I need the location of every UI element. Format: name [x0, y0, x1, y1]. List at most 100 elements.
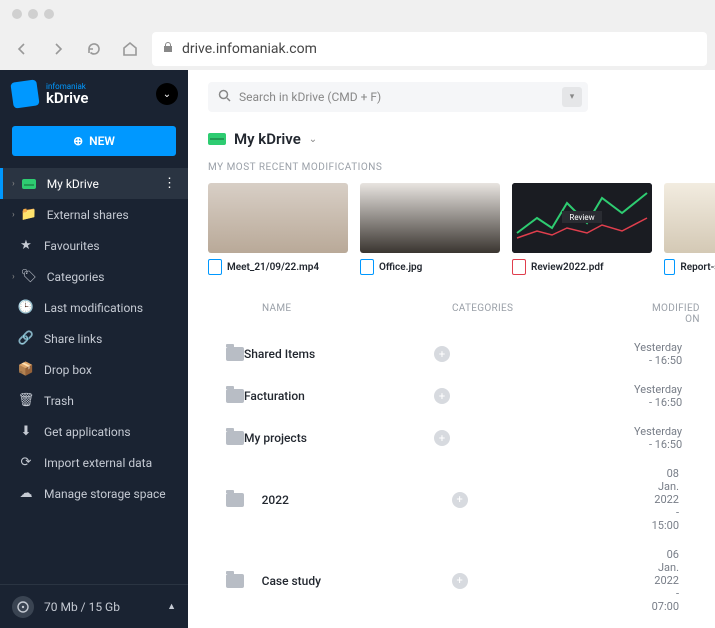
sidebar-item-manage-storage-space[interactable]: ☁ Manage storage space	[0, 478, 188, 509]
recent-card[interactable]: Office.jpg	[360, 183, 500, 275]
search-input[interactable]: Search in kDrive (CMD + F) ▾	[208, 82, 588, 112]
sidebar-item-label: Categories	[47, 270, 105, 284]
sidebar: infomaniak kDrive ⌄ ⊕ NEW ›My kDrive⋮›📁E…	[0, 70, 188, 628]
lock-icon	[162, 41, 174, 57]
sidebar-item-share-links[interactable]: 🔗Share links	[0, 323, 188, 354]
sidebar-item-label: Share links	[44, 332, 102, 346]
import-icon: ⟳	[18, 455, 34, 470]
window-close-dot[interactable]	[12, 9, 22, 19]
sidebar-item-last-modifications[interactable]: 🕒 Last modifications	[0, 292, 188, 323]
svg-text:Review: Review	[569, 213, 594, 222]
sidebar-item-label: Get applications	[44, 425, 131, 439]
sidebar-item-label: Last modifications	[44, 301, 143, 315]
folder-icon	[226, 493, 244, 507]
sidebar-item-trash[interactable]: 🗑Trash	[0, 385, 188, 416]
url-text: drive.infomaniak.com	[182, 41, 317, 57]
window-min-dot[interactable]	[28, 9, 38, 19]
file-name: Meet_21/09/22.mp4	[227, 262, 319, 273]
sidebar-item-external-shares[interactable]: ›📁External shares	[0, 199, 188, 230]
sidebar-item-label: External shares	[47, 208, 129, 222]
recent-card[interactable]: Meet_21/09/22.mp4	[208, 183, 348, 275]
recent-row: Meet_21/09/22.mp4 Office.jpgReviewReview2…	[208, 183, 715, 275]
search-icon	[218, 89, 231, 105]
add-category-button[interactable]: +	[434, 430, 450, 446]
sidebar-item-import-external-data[interactable]: ⟳ Import external data	[0, 447, 188, 478]
add-category-button[interactable]: +	[434, 346, 450, 362]
table-row[interactable]: Shared Items+Yesterday - 16:50	[208, 333, 715, 375]
search-placeholder: Search in kDrive (CMD + F)	[239, 90, 381, 104]
sidebar-item-categories[interactable]: ›🏷Categories	[0, 261, 188, 292]
thumbnail: Review	[512, 183, 652, 253]
row-modified: 08 Jan. 2022 - 15:00	[652, 467, 679, 532]
add-category-button[interactable]: +	[452, 573, 468, 589]
recent-card[interactable]: ReviewReview2022.pdf	[512, 183, 652, 275]
thumbnail	[208, 183, 348, 253]
file-name: Report-sales.jp	[680, 262, 715, 273]
row-modified: Yesterday - 16:50	[634, 425, 682, 451]
row-name: Case study	[262, 574, 452, 588]
table-row[interactable]: 2022+08 Jan. 2022 - 15:00	[208, 459, 715, 540]
search-dropdown[interactable]: ▾	[562, 87, 582, 107]
box-icon: 📦	[18, 362, 34, 377]
row-name: Shared Items	[244, 347, 434, 361]
storage-indicator[interactable]: 70 Mb / 15 Gb ▲	[0, 584, 188, 628]
chevron-right-icon: ›	[12, 179, 15, 189]
browser-nav: drive.infomaniak.com	[0, 28, 715, 70]
cloud-icon: ☁	[18, 486, 34, 501]
folder-icon: 📁	[21, 207, 37, 222]
chevron-up-icon: ▲	[167, 601, 176, 612]
sidebar-item-my-kdrive[interactable]: ›My kDrive⋮	[0, 168, 188, 199]
forward-icon[interactable]	[44, 35, 72, 63]
thumbnail	[360, 183, 500, 253]
row-name: 2022	[262, 493, 452, 507]
reload-icon[interactable]	[80, 35, 108, 63]
table-header: NAME CATEGORIES MODIFIED ON	[208, 295, 715, 333]
sidebar-item-label: Drop box	[44, 363, 92, 377]
folder-icon	[226, 574, 244, 588]
drive-icon	[21, 179, 37, 189]
table-row[interactable]: Bank details.docx+22 Dec. 2021 - 14:38	[208, 621, 715, 628]
row-name: My projects	[244, 431, 434, 445]
sidebar-item-get-applications[interactable]: ⬇Get applications	[0, 416, 188, 447]
table-row[interactable]: Case study+06 Jan. 2022 - 07:00	[208, 540, 715, 621]
address-bar[interactable]: drive.infomaniak.com	[152, 32, 707, 66]
row-modified: Yesterday - 16:50	[634, 383, 682, 409]
chevron-right-icon: ›	[12, 272, 15, 282]
sidebar-item-label: Manage storage space	[44, 487, 166, 501]
back-icon[interactable]	[8, 35, 36, 63]
app-root: infomaniak kDrive ⌄ ⊕ NEW ›My kDrive⋮›📁E…	[0, 70, 715, 628]
plus-icon: ⊕	[73, 134, 83, 148]
col-name-header[interactable]: NAME	[262, 303, 452, 325]
add-category-button[interactable]: +	[434, 388, 450, 404]
more-icon[interactable]: ⋮	[163, 176, 176, 191]
home-icon[interactable]	[116, 35, 144, 63]
col-categories-header[interactable]: CATEGORIES	[452, 303, 652, 325]
folder-icon	[226, 347, 244, 361]
browser-chrome: drive.infomaniak.com	[0, 0, 715, 70]
clock-icon: 🕒	[18, 300, 34, 315]
sidebar-item-drop-box[interactable]: 📦 Drop box	[0, 354, 188, 385]
breadcrumb[interactable]: My kDrive ⌄	[208, 130, 715, 148]
recent-card[interactable]: Report-sales.jp	[664, 183, 715, 275]
disk-icon	[12, 596, 34, 618]
sidebar-item-label: Import external data	[44, 456, 152, 470]
brand-product: kDrive	[46, 91, 88, 106]
pdf-file-icon	[512, 259, 526, 275]
new-button[interactable]: ⊕ NEW	[12, 126, 176, 156]
star-icon: ★	[18, 238, 34, 253]
file-rows: Shared Items+Yesterday - 16:50Facturatio…	[208, 333, 715, 628]
add-category-button[interactable]: +	[452, 492, 468, 508]
recent-section-label: MY MOST RECENT MODIFICATIONS	[208, 162, 715, 173]
folder-icon	[226, 389, 244, 403]
brand: infomaniak kDrive ⌄	[0, 70, 188, 118]
img-file-icon	[664, 259, 675, 275]
sidebar-item-favourites[interactable]: ★Favourites	[0, 230, 188, 261]
table-row[interactable]: My projects+ Yesterday - 16:50	[208, 417, 715, 459]
col-modified-header[interactable]: MODIFIED ON	[652, 303, 700, 325]
collapse-button[interactable]: ⌄	[156, 83, 178, 105]
thumbnail	[664, 183, 715, 253]
window-max-dot[interactable]	[44, 9, 54, 19]
table-row[interactable]: Facturation+Yesterday - 16:50	[208, 375, 715, 417]
row-modified: 06 Jan. 2022 - 07:00	[652, 548, 679, 613]
trash-icon: 🗑	[18, 393, 34, 408]
